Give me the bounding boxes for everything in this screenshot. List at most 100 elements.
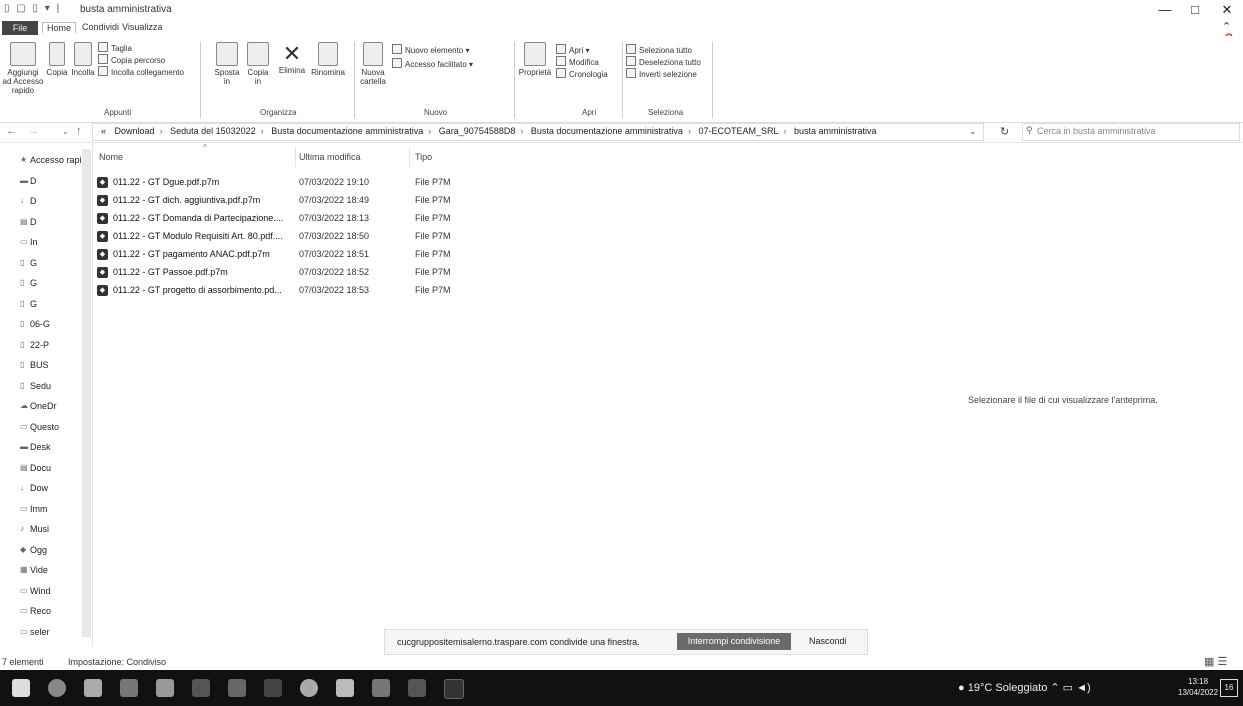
paste-button[interactable]: Incolla xyxy=(70,42,96,77)
recent-chevron-icon[interactable]: ⌄ xyxy=(62,127,69,136)
column-header-modified[interactable]: Ultima modifica xyxy=(299,152,361,162)
breadcrumb-seduta[interactable]: Seduta del 15032022 xyxy=(170,126,256,136)
mail-icon[interactable] xyxy=(156,679,174,697)
copy-path-button[interactable]: Copia percorso xyxy=(98,54,165,65)
copy-to-button[interactable]: Copia in xyxy=(244,42,272,86)
teams-icon[interactable] xyxy=(120,679,138,697)
breadcrumb-ecoteam[interactable]: 07-ECOTEAM_SRL xyxy=(698,126,778,136)
column-header-name[interactable]: Nome xyxy=(99,152,123,162)
edit-button[interactable]: Modifica xyxy=(556,56,599,67)
nav-item[interactable]: Ogg xyxy=(30,545,90,555)
paste-shortcut-button[interactable]: Incolla collegamento xyxy=(98,66,184,77)
breadcrumb-overflow[interactable]: « xyxy=(101,126,106,136)
refresh-icon[interactable]: ↻ xyxy=(1000,125,1009,138)
nav-item[interactable]: OneDr xyxy=(30,401,90,411)
move-to-button[interactable]: Sposta in xyxy=(212,42,242,86)
nav-item[interactable]: Dow xyxy=(30,483,90,493)
nav-item[interactable]: D xyxy=(30,196,90,206)
new-item-button[interactable]: Nuovo elemento ▾ xyxy=(392,44,470,55)
rename-button[interactable]: Rinomina xyxy=(310,42,346,77)
tab-view[interactable]: Visualizza xyxy=(122,22,162,32)
easy-access-button[interactable]: Accesso facilitato ▾ xyxy=(392,58,473,69)
nav-item[interactable]: Questo xyxy=(30,422,90,432)
breadcrumb-download[interactable]: Download xyxy=(115,126,155,136)
column-separator[interactable] xyxy=(295,147,296,167)
back-arrow-icon[interactable]: ← xyxy=(6,125,17,137)
file-row[interactable]: ◆ 011.22 - GT pagamento ANAC.pdf.p7m 07/03… xyxy=(97,247,657,263)
nav-item[interactable]: In xyxy=(30,237,90,247)
file-row[interactable]: ◆ 011.22 - GT Dgue.pdf.p7m 07/03/2022 19:1… xyxy=(97,175,657,191)
nav-item[interactable]: seler xyxy=(30,627,90,637)
cut-button[interactable]: Taglia xyxy=(98,42,132,53)
explorer-icon[interactable] xyxy=(192,679,210,697)
file-row[interactable]: ◆ 011.22 - GT Modulo Requisiti Art. 80.pd… xyxy=(97,229,657,245)
notifications-icon[interactable]: 16 xyxy=(1220,679,1238,697)
delete-button[interactable]: ✕ Elimina xyxy=(276,42,308,76)
nav-item[interactable]: Desk xyxy=(30,442,90,452)
nav-item[interactable]: 06-G xyxy=(30,319,90,329)
nav-item[interactable]: Imm xyxy=(30,504,90,514)
up-arrow-icon[interactable]: ↑ xyxy=(76,125,82,137)
path-box[interactable]: « Download › Seduta del 15032022 › Busta d… xyxy=(92,123,984,141)
column-header-type[interactable]: Tipo xyxy=(415,152,432,162)
clock[interactable]: 13:18 13/04/2022 xyxy=(1178,676,1218,698)
tray-icons[interactable]: ⌃ ▭ ◄) xyxy=(1050,682,1090,694)
app-icon[interactable] xyxy=(336,679,354,697)
chrome-icon[interactable] xyxy=(300,679,318,697)
search-input[interactable]: ⚲ Cerca in busta amministrativa xyxy=(1022,123,1240,141)
invert-selection-button[interactable]: Inverti selezione xyxy=(626,68,697,79)
maximize-button[interactable]: □ xyxy=(1180,2,1210,18)
app-icon[interactable] xyxy=(444,679,464,699)
pdf-icon[interactable] xyxy=(372,679,390,697)
nav-item[interactable]: G xyxy=(30,258,90,268)
app-icon[interactable] xyxy=(408,679,426,697)
nav-item[interactable]: G xyxy=(30,278,90,288)
view-toggle-icons[interactable]: ▦ ☰ xyxy=(1204,655,1227,668)
nav-item[interactable]: G xyxy=(30,299,90,309)
breadcrumb-busta-doc-2[interactable]: Busta documentazione amministrativa xyxy=(531,126,683,136)
nav-item[interactable]: Musi xyxy=(30,524,90,534)
app-icon[interactable] xyxy=(264,679,282,697)
task-view-icon[interactable] xyxy=(84,679,102,697)
stop-sharing-button[interactable]: Interrompi condivisione xyxy=(677,633,791,650)
nav-item[interactable]: 22-P xyxy=(30,340,90,350)
breadcrumb-busta-doc[interactable]: Busta documentazione amministrativa xyxy=(271,126,423,136)
nav-item[interactable]: Wind xyxy=(30,586,90,596)
column-separator[interactable] xyxy=(409,147,410,167)
nav-item[interactable]: D xyxy=(30,176,90,186)
nav-item[interactable]: Reco xyxy=(30,606,90,616)
nav-item[interactable]: Accesso rapido xyxy=(30,155,90,165)
file-row[interactable]: ◆ 011.22 - GT Passoe.pdf.p7m 07/03/2022 18… xyxy=(97,265,657,281)
properties-button[interactable]: Proprietà xyxy=(518,42,552,77)
select-none-button[interactable]: Deseleziona tutto xyxy=(626,56,701,67)
search-icon[interactable] xyxy=(48,679,66,697)
file-row[interactable]: ◆ 011.22 - GT progetto di assorbimento.pd… xyxy=(97,283,657,299)
weather-text[interactable]: 19°C Soleggiato xyxy=(968,682,1048,694)
path-dropdown-icon[interactable]: ⌄ xyxy=(969,126,977,137)
tab-file[interactable]: File xyxy=(2,21,38,35)
nav-item[interactable]: Vide xyxy=(30,565,90,575)
start-icon[interactable] xyxy=(12,679,30,697)
file-row[interactable]: ◆ 011.22 - GT Domanda di Partecipazione..… xyxy=(97,211,657,227)
nav-item[interactable]: Docu xyxy=(30,463,90,473)
tab-home[interactable]: Home xyxy=(42,22,77,33)
app-icon[interactable] xyxy=(228,679,246,697)
minimize-button[interactable]: — xyxy=(1150,2,1180,18)
file-row[interactable]: ◆ 011.22 - GT dich. aggiuntiva.pdf.p7m 07/… xyxy=(97,193,657,209)
breadcrumb-gara[interactable]: Gara_90754588D8 xyxy=(439,126,516,136)
nav-item[interactable]: D xyxy=(30,217,90,227)
copy-button[interactable]: Copia xyxy=(46,42,68,77)
nav-item[interactable]: Sedu xyxy=(30,381,90,391)
hide-button[interactable]: Nascondi xyxy=(809,636,847,646)
nav-scrollbar[interactable] xyxy=(82,149,91,637)
tab-share[interactable]: Condividi xyxy=(82,22,119,32)
forward-arrow-icon[interactable]: → xyxy=(28,125,39,137)
pin-quick-access-button[interactable]: Aggiungi ad Accesso rapido xyxy=(2,42,44,95)
open-button[interactable]: Apri ▾ xyxy=(556,44,589,55)
quick-access-toolbar[interactable]: ▯ ▢ ▯ ▾ | xyxy=(4,3,61,14)
breadcrumb-busta-amm[interactable]: busta amministrativa xyxy=(794,126,877,136)
nav-item[interactable]: BUS xyxy=(30,360,90,370)
history-button[interactable]: Cronologia xyxy=(556,68,608,79)
close-button[interactable]: ✕ xyxy=(1212,2,1242,18)
select-all-button[interactable]: Seleziona tutto xyxy=(626,44,692,55)
